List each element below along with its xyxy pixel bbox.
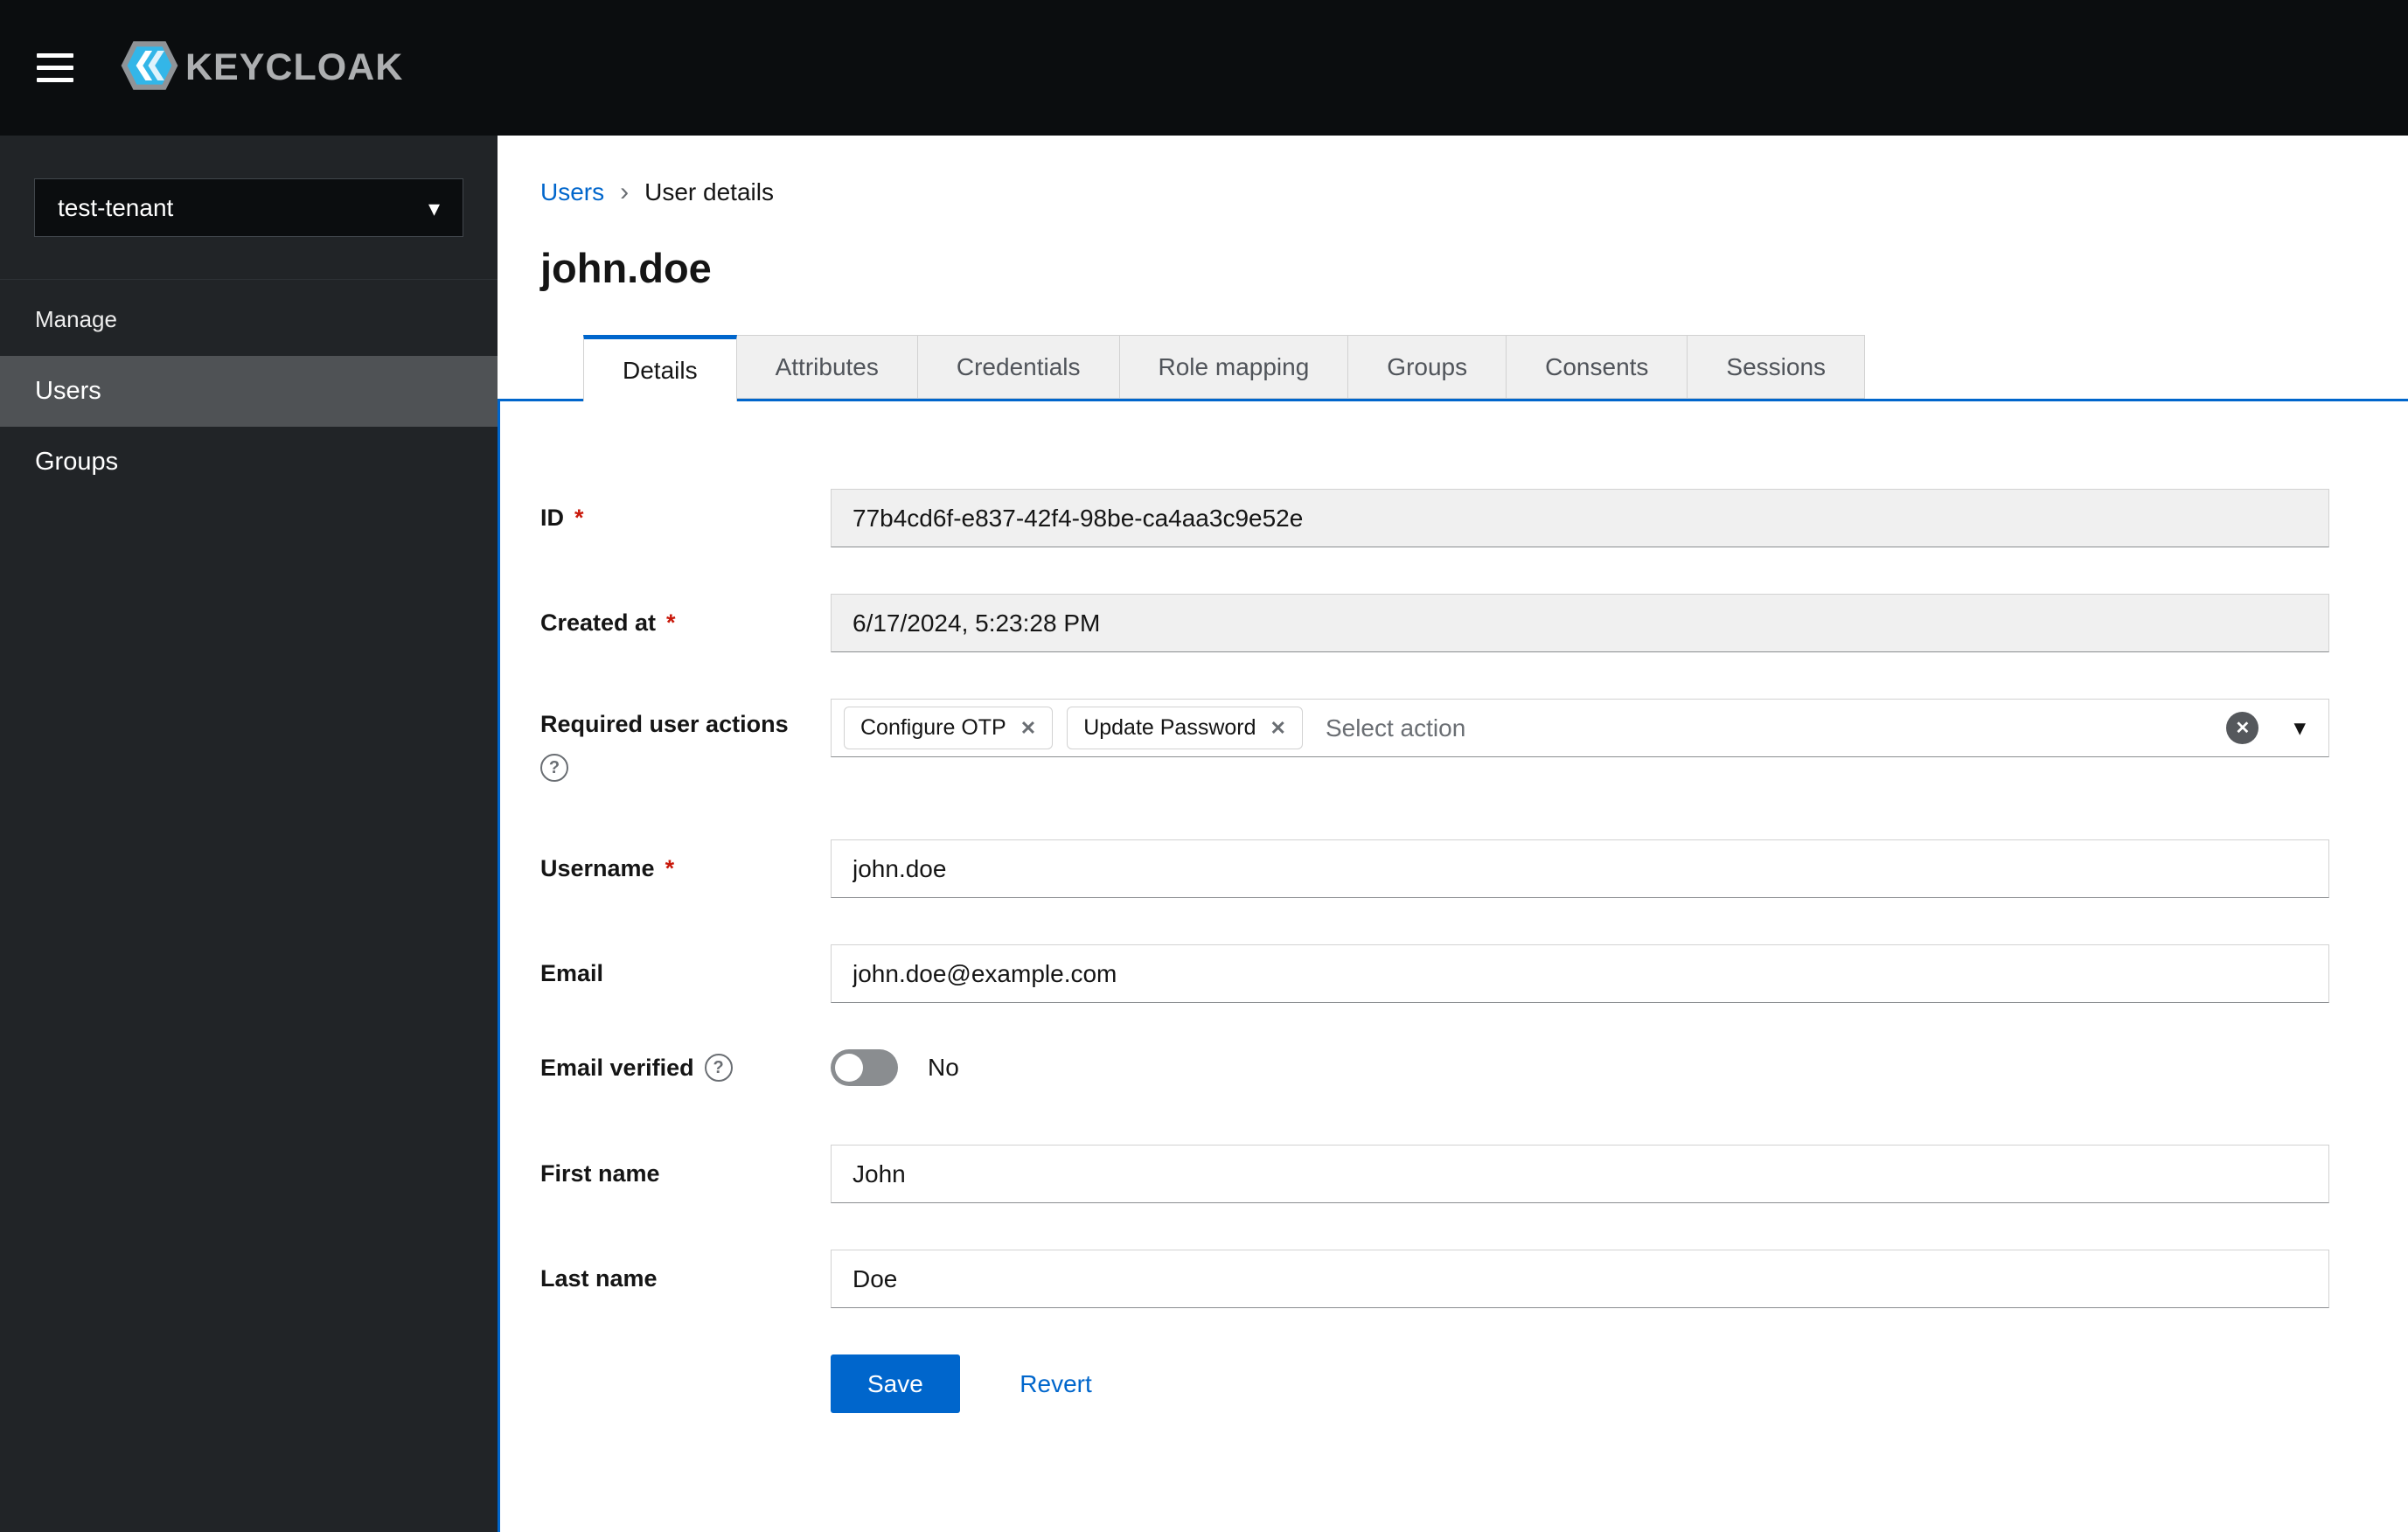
email-verified-toggle[interactable] <box>831 1049 898 1086</box>
field-label-last-name: Last name <box>540 1265 658 1292</box>
email-verified-state: No <box>928 1054 959 1081</box>
tab-role-mapping[interactable]: Role mapping <box>1119 335 1349 399</box>
form-actions: Save Revert <box>540 1354 2329 1413</box>
field-label-username: Username * <box>540 855 675 881</box>
help-icon[interactable]: ? <box>540 754 568 782</box>
form-row-first-name: First name <box>540 1145 2329 1203</box>
hamburger-icon <box>37 53 73 58</box>
created-at-input[interactable] <box>831 594 2329 652</box>
revert-link[interactable]: Revert <box>1020 1370 1091 1397</box>
keycloak-logo-text: KEYCLOAK <box>185 46 404 88</box>
realm-selector[interactable]: test-tenant ▾ <box>34 178 463 237</box>
field-label-required-user-actions: Required user actions ? <box>540 699 831 782</box>
chip-update-password: Update Password ✕ <box>1067 707 1303 749</box>
breadcrumb-current: User details <box>644 178 774 205</box>
form-row-created-at: Created at * <box>540 594 2329 652</box>
field-label-created-at: Created at * <box>540 609 676 636</box>
form-row-username: Username * <box>540 839 2329 898</box>
tab-details[interactable]: Details <box>583 335 737 401</box>
first-name-input[interactable] <box>831 1145 2329 1203</box>
required-asterisk: * <box>574 505 584 531</box>
toggle-knob <box>835 1054 863 1082</box>
email-input[interactable] <box>831 944 2329 1003</box>
nav-toggle-button[interactable] <box>37 53 73 82</box>
tab-bar: Details Attributes Credentials Role mapp… <box>583 335 2408 401</box>
breadcrumb-separator-icon: › <box>620 178 630 206</box>
tab-attributes[interactable]: Attributes <box>736 335 918 399</box>
close-icon[interactable]: ✕ <box>1270 718 1286 738</box>
field-label-first-name: First name <box>540 1160 660 1187</box>
required-user-actions-multiselect[interactable]: Configure OTP ✕ Update Password ✕ Select… <box>831 699 2329 757</box>
field-label-email: Email <box>540 960 604 986</box>
form-row-email: Email <box>540 944 2329 1003</box>
username-input[interactable] <box>831 839 2329 898</box>
actions-buttons: Save Revert <box>831 1354 1092 1413</box>
chip-configure-otp: Configure OTP ✕ <box>844 707 1054 749</box>
field-label-email-verified: Email verified ? <box>540 1054 831 1082</box>
breadcrumb-users-link[interactable]: Users <box>540 178 604 206</box>
field-label-id: ID * <box>540 505 584 531</box>
clear-all-icon[interactable]: ✕ <box>2226 712 2259 744</box>
last-name-input[interactable] <box>831 1250 2329 1308</box>
sidebar: test-tenant ▾ Manage Users Groups <box>0 136 498 1532</box>
multiselect-placeholder: Select action <box>1325 714 1466 742</box>
app-window: KEYCLOAK test-tenant ▾ Manage Users Grou… <box>0 0 2408 1532</box>
form-row-email-verified: Email verified ? No <box>540 1049 2329 1086</box>
keycloak-logo: KEYCLOAK <box>117 33 403 102</box>
tab-groups[interactable]: Groups <box>1348 335 1507 399</box>
form-row-required-user-actions: Required user actions ? Configure OTP ✕ … <box>540 699 2329 782</box>
main-content: Users › User details john.doe Details At… <box>498 136 2408 1532</box>
required-asterisk: * <box>665 855 675 881</box>
tab-consents[interactable]: Consents <box>1507 335 1688 399</box>
tab-credentials[interactable]: Credentials <box>917 335 1120 399</box>
save-button[interactable]: Save <box>831 1354 960 1413</box>
form-row-last-name: Last name <box>540 1250 2329 1308</box>
form-row-id: ID * <box>540 489 2329 547</box>
nav-section-title: Manage <box>35 306 117 332</box>
help-icon[interactable]: ? <box>704 1054 733 1082</box>
masthead: KEYCLOAK <box>0 0 2408 136</box>
close-icon[interactable]: ✕ <box>1020 718 1036 738</box>
page-title: john.doe <box>540 245 712 291</box>
details-panel: ID * Created at * Required use <box>498 399 2408 1532</box>
chevron-down-icon[interactable]: ▾ <box>2293 716 2306 740</box>
content-header: Users › User details john.doe Details At… <box>498 136 2408 401</box>
sidebar-item-users[interactable]: Users <box>0 356 498 427</box>
realm-selector-value: test-tenant <box>58 193 174 221</box>
keycloak-logo-icon <box>117 33 182 102</box>
sidebar-item-groups[interactable]: Groups <box>0 427 498 498</box>
chevron-down-icon: ▾ <box>428 194 440 221</box>
nav-section-manage: Manage Users Groups <box>0 279 498 498</box>
id-input[interactable] <box>831 489 2329 547</box>
tab-sessions[interactable]: Sessions <box>1688 335 1866 399</box>
multiselect-controls: ✕ ▾ <box>2226 712 2316 744</box>
required-asterisk: * <box>666 609 676 636</box>
breadcrumb: Users › User details <box>540 178 2408 207</box>
body-row: test-tenant ▾ Manage Users Groups Users … <box>0 136 2408 1532</box>
